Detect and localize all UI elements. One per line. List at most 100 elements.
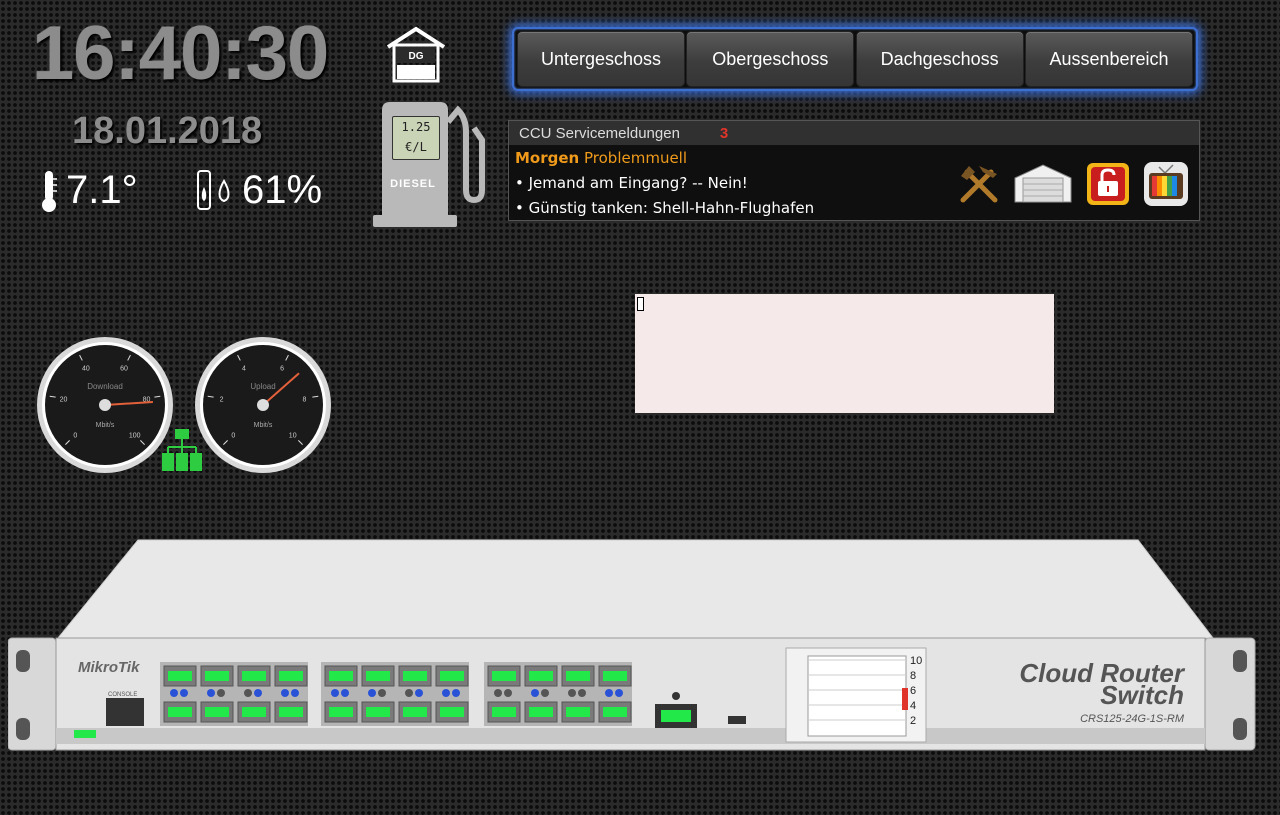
download-gauge: 02040 6080100 Download Mbit/s [37, 337, 173, 473]
speed-gauges: 0 20 40 60 80 100 Download Mbit/s 0 2 4 6 8 10 Upl… [35, 337, 335, 482]
port-link-led [366, 671, 390, 681]
tv-icon[interactable] [1143, 161, 1189, 207]
switch-brand: MikroTik [78, 659, 140, 676]
port-link-led [492, 707, 516, 717]
upload-gauge-unit: Mbit/s [254, 422, 273, 429]
clock-date: 18.01.2018 [72, 110, 263, 152]
gauge-tick-label: 0 [231, 433, 235, 440]
temperature-widget: 7.1° [40, 168, 138, 213]
port-activity-led [378, 689, 386, 697]
port-link-led [440, 671, 464, 681]
gauge-tick-label: 60 [120, 366, 128, 373]
port-link-led [440, 707, 464, 717]
port-activity-led [568, 689, 576, 697]
humidity-icon [197, 169, 230, 210]
fuel-price-display: 1.25 €/L [392, 116, 440, 160]
garage-icon[interactable] [1013, 162, 1073, 206]
ccu-title: CCU Servicemeldungen [519, 124, 680, 142]
switch-ports [160, 662, 632, 726]
gauge-tick-label: 8 [303, 396, 307, 403]
house-dg-icon[interactable]: DG [385, 25, 447, 90]
fuel-pump-widget[interactable]: 1.25 €/L DIESEL [370, 100, 490, 235]
port-link-led [279, 671, 303, 681]
port-activity-led [415, 689, 423, 697]
upload-gauge-label: Upload [250, 382, 275, 391]
port-activity-led [531, 689, 539, 697]
gauge-tick-label: 4 [242, 366, 246, 373]
router-switch-image: MikroTik CONSOLE 10 8 6 4 2 Cloud Router Swi… [7, 538, 1258, 763]
port-activity-led [605, 689, 613, 697]
port-link-led [566, 707, 590, 717]
port-activity-led [452, 689, 460, 697]
gauge-tick-label: 0 [73, 433, 77, 440]
temperature-value: 7.1° [66, 168, 138, 212]
download-gauge-hub [99, 399, 111, 411]
gauge-tick-label: 20 [60, 396, 68, 403]
ccu-message-1-bold: Morgen [515, 149, 580, 167]
port-activity-led [291, 689, 299, 697]
unlocked-lock-icon[interactable] [1085, 161, 1131, 207]
lcd-tick-label: 8 [910, 670, 916, 682]
port-activity-led [170, 689, 178, 697]
download-gauge-unit: Mbit/s [96, 422, 115, 429]
network-icon[interactable] [162, 429, 202, 471]
port-link-led [242, 671, 266, 681]
gauge-tick-label: 100 [129, 433, 141, 440]
port-link-led [529, 671, 553, 681]
switch-console-label: CONSOLE [108, 692, 137, 698]
port-link-led [403, 707, 427, 717]
ccu-service-panel: CCU Servicemeldungen 3 Morgen Problemmue… [508, 120, 1200, 221]
port-link-led [329, 671, 353, 681]
ccu-icon-row [957, 161, 1189, 207]
port-link-led [329, 707, 353, 717]
port-link-led [168, 707, 192, 717]
port-activity-led [281, 689, 289, 697]
upload-gauge-hub [257, 399, 269, 411]
floor-button-aussenbereich[interactable]: Aussenbereich [1024, 31, 1193, 87]
port-activity-led [180, 689, 188, 697]
port-activity-led [341, 689, 349, 697]
floor-button-untergeschoss[interactable]: Untergeschoss [517, 31, 685, 87]
thermometer-icon [42, 170, 57, 212]
port-activity-led [207, 689, 215, 697]
lcd-tick-label: 2 [910, 715, 916, 727]
humidity-value: 61% [242, 168, 323, 212]
hammer-pick-icon[interactable] [957, 162, 1001, 206]
ccu-header[interactable]: CCU Servicemeldungen 3 [509, 121, 1199, 145]
port-activity-led [494, 689, 502, 697]
port-link-led [529, 707, 553, 717]
clock-time: 16:40:30 [32, 11, 329, 96]
port-link-led [566, 671, 590, 681]
embedded-frame[interactable] [635, 294, 1054, 413]
port-activity-led [541, 689, 549, 697]
download-gauge-label: Download [87, 382, 123, 391]
ccu-message-1-text: Problemmuell [584, 149, 688, 167]
gauge-tick-label: 6 [280, 366, 284, 373]
port-link-led [603, 671, 627, 681]
port-activity-led [331, 689, 339, 697]
port-link-led [603, 707, 627, 717]
port-link-led [205, 707, 229, 717]
port-link-led [242, 707, 266, 717]
upload-gauge: 0 2 4 6 8 10 Upload Mbit/s [195, 337, 331, 473]
floor-nav: Untergeschoss Obergeschoss Dachgeschoss … [512, 27, 1198, 91]
port-activity-led [368, 689, 376, 697]
port-link-led [279, 707, 303, 717]
port-activity-led [504, 689, 512, 697]
port-activity-led [254, 689, 262, 697]
ccu-count-badge: 3 [719, 124, 729, 142]
port-link-led [205, 671, 229, 681]
gauge-tick-label: 2 [220, 396, 224, 403]
lcd-tick-label: 10 [910, 655, 922, 667]
port-activity-led [578, 689, 586, 697]
port-link-led [403, 671, 427, 681]
house-label: DG [409, 51, 424, 62]
floor-button-dachgeschoss[interactable]: Dachgeschoss [855, 31, 1024, 87]
floor-button-obergeschoss[interactable]: Obergeschoss [686, 31, 855, 87]
port-activity-led [244, 689, 252, 697]
lcd-tick-label: 6 [910, 685, 916, 697]
fuel-label: DIESEL [390, 178, 436, 190]
port-link-led [492, 671, 516, 681]
fuel-price: 1.25 [401, 120, 431, 134]
port-activity-led [217, 689, 225, 697]
